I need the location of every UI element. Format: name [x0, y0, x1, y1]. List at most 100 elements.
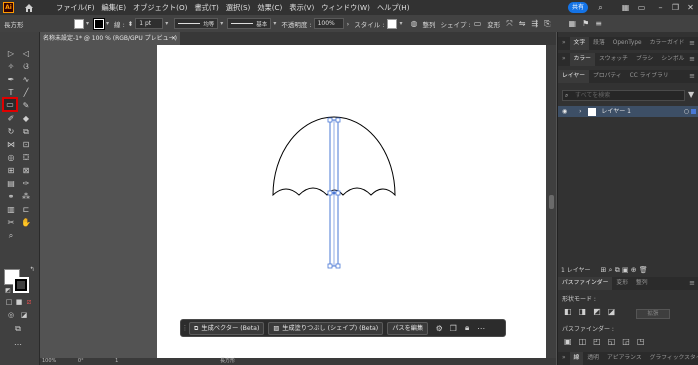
selection-indicator[interactable]: [691, 109, 696, 114]
artboard-number[interactable]: 1: [115, 358, 118, 364]
canvas-area[interactable]: [40, 45, 556, 358]
filter-icon[interactable]: ▼: [688, 90, 694, 99]
brush-definition[interactable]: 基本: [227, 18, 272, 29]
menu-object[interactable]: オブジェクト(O): [133, 3, 187, 13]
trim-icon[interactable]: ◫: [579, 337, 587, 346]
draw-mode-icon[interactable]: ◎: [5, 310, 17, 321]
lasso-tool-icon[interactable]: ଓ: [20, 61, 32, 72]
draw-inside-icon[interactable]: ◪: [18, 310, 30, 321]
type-tool-icon[interactable]: T: [5, 87, 17, 98]
minus-back-icon[interactable]: ◳: [637, 337, 645, 346]
zoom-tool-icon[interactable]: ⌕: [5, 230, 17, 241]
none-mode-icon[interactable]: ⧄: [23, 297, 35, 308]
layer-name[interactable]: レイヤー 1: [601, 108, 631, 115]
layer-actions-icons[interactable]: ⊞ ⌕ ⧉ ▣ ⊕ 🗑︎: [600, 266, 647, 274]
collapse-icon[interactable]: »: [558, 352, 570, 365]
shaper-tool-icon[interactable]: ✐: [5, 113, 17, 124]
target-icon[interactable]: ○: [684, 106, 689, 117]
chevron-down-icon[interactable]: ▾: [106, 20, 109, 27]
chevron-down-icon[interactable]: ▾: [165, 20, 168, 27]
crop-icon[interactable]: ◱: [608, 337, 616, 346]
distribute-icon[interactable]: ⇶: [531, 19, 538, 28]
exclude-icon[interactable]: ◪: [608, 307, 616, 316]
tab-properties[interactable]: プロパティ: [589, 70, 626, 83]
chevron-down-icon[interactable]: ▾: [273, 20, 276, 27]
default-colors-icon[interactable]: ◩: [2, 285, 14, 296]
perspective-grid-tool-icon[interactable]: ⊞: [5, 165, 17, 176]
style-swatch[interactable]: [387, 18, 398, 29]
isolate-icon[interactable]: ⤧: [506, 19, 512, 29]
paintbrush-tool-icon[interactable]: ✎: [20, 100, 32, 111]
expand-chevron-icon[interactable]: ›: [579, 108, 581, 115]
screen-mode-icon[interactable]: ⧉: [12, 323, 24, 334]
opacity-input[interactable]: 100%: [313, 18, 344, 29]
chevron-down-icon[interactable]: ▾: [86, 20, 89, 27]
close-tab-icon[interactable]: ✕: [171, 32, 176, 45]
swap-colors-icon[interactable]: ↰: [26, 264, 38, 275]
collapse-icon[interactable]: »: [558, 37, 570, 50]
workspace-dropdown-icon[interactable]: ▭: [636, 2, 647, 13]
tab-transform[interactable]: 変形: [612, 277, 632, 290]
hand-tool-icon[interactable]: ✋: [20, 217, 32, 228]
menu-view[interactable]: 表示(V): [289, 3, 314, 13]
document-tab[interactable]: 名称未設定-1* @ 100 % (RGB/GPU プレビュー) ✕: [40, 32, 180, 45]
tab-pathfinder[interactable]: パスファインダー: [558, 277, 613, 290]
menu-file[interactable]: ファイル(F): [56, 3, 95, 13]
tab-symbols[interactable]: シンボル: [657, 53, 688, 66]
edit-toolbar-icon[interactable]: …: [12, 337, 24, 348]
scale-tool-icon[interactable]: ⧉: [20, 126, 32, 137]
more-options-icon[interactable]: ⋯: [474, 324, 488, 333]
stroke-weight-input[interactable]: 1 pt: [135, 18, 164, 29]
tab-opentype[interactable]: OpenType: [609, 37, 646, 50]
menu-edit[interactable]: 編集(E): [102, 3, 127, 13]
merge-icon[interactable]: ◰: [593, 337, 601, 346]
home-icon[interactable]: [22, 1, 36, 15]
variable-width-profile[interactable]: 均等: [174, 18, 219, 29]
export-icon[interactable]: ⎘: [544, 19, 550, 29]
vertical-scrollbar[interactable]: [546, 45, 556, 358]
menu-type[interactable]: 書式(T): [194, 3, 218, 13]
selection-tool-icon[interactable]: ▷: [5, 48, 17, 59]
tab-graphic-styles[interactable]: グラフィックスタイル: [646, 352, 698, 365]
panel-menu-icon[interactable]: ≡: [689, 37, 695, 50]
stroke-swatch[interactable]: [93, 17, 106, 30]
generate-vector-button[interactable]: ⧉ 生成ベクター (Beta): [189, 321, 265, 335]
line-tool-icon[interactable]: ╱: [20, 87, 32, 98]
pen-tool-icon[interactable]: ✒: [5, 74, 17, 85]
tab-layers[interactable]: レイヤー: [558, 70, 590, 83]
tab-paragraph[interactable]: 段落: [589, 37, 609, 50]
chevron-down-icon[interactable]: ▾: [399, 20, 402, 27]
tab-color[interactable]: カラー: [569, 53, 595, 66]
fill-swatch[interactable]: [74, 18, 84, 29]
direct-selection-tool-icon[interactable]: ◁: [20, 48, 32, 59]
mesh-tool-icon[interactable]: ⊠: [20, 165, 32, 176]
column-graph-tool-icon[interactable]: ▥: [5, 204, 17, 215]
settings-icon[interactable]: ⚙: [432, 324, 446, 333]
tab-cc-libraries[interactable]: CC ライブラリ: [626, 70, 673, 83]
collapse-icon[interactable]: »: [558, 53, 570, 66]
blend-tool-icon[interactable]: ⚭: [5, 191, 17, 202]
menu-select[interactable]: 選択(S): [226, 3, 251, 13]
restore-icon[interactable]: ❐: [670, 2, 681, 13]
minimize-icon[interactable]: –: [655, 2, 666, 13]
chevron-right-icon[interactable]: ›: [347, 20, 350, 28]
umbrella-artwork[interactable]: [157, 45, 553, 358]
close-icon[interactable]: ✕: [685, 2, 696, 13]
tab-brushes[interactable]: ブラシ: [632, 53, 657, 66]
flag-icon[interactable]: ⚑: [582, 19, 589, 28]
transform-label[interactable]: 変形: [487, 19, 500, 29]
zoom-level[interactable]: 100%: [42, 358, 56, 364]
search-icon[interactable]: ⌕: [595, 2, 606, 13]
visibility-eye-icon[interactable]: ◉: [562, 108, 567, 115]
gradient-tool-icon[interactable]: ▤: [5, 178, 17, 189]
symbol-sprayer-tool-icon[interactable]: ⁂: [20, 191, 32, 202]
unite-icon[interactable]: ◧: [564, 307, 572, 316]
outline-icon[interactable]: ◲: [622, 337, 630, 346]
tab-transparency[interactable]: 透明: [583, 352, 603, 365]
generative-fill-button[interactable]: ▨ 生成塗りつぶし (シェイプ) (Beta): [268, 321, 384, 335]
stroke-color-box[interactable]: [13, 277, 29, 293]
live-paint-tool-icon[interactable]: ⛋: [20, 152, 32, 163]
stroke-spinner-icon[interactable]: ⬍: [128, 20, 133, 28]
magic-wand-tool-icon[interactable]: ✧: [5, 61, 17, 72]
arrange-icon[interactable]: ⇋: [519, 19, 526, 28]
